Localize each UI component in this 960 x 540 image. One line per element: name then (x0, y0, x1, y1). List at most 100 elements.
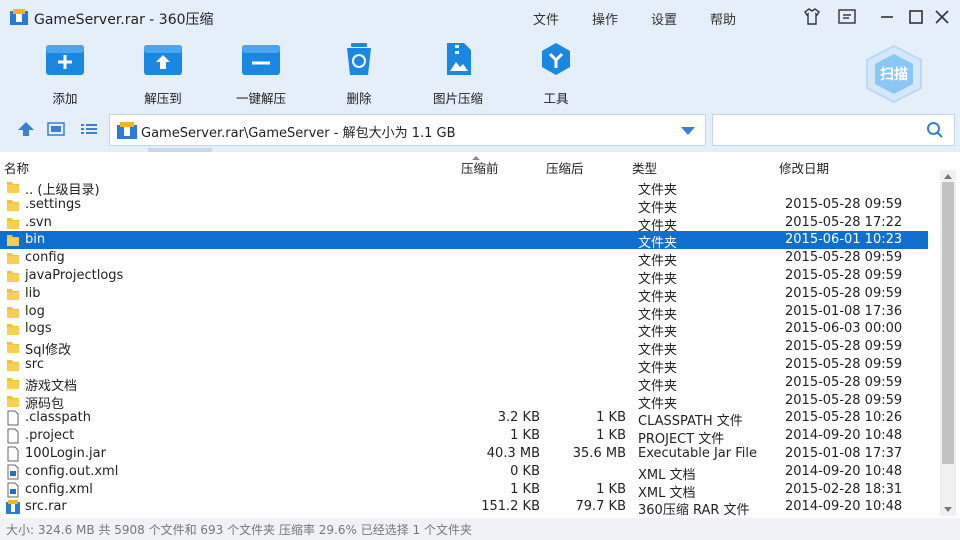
minimize-icon[interactable] (876, 6, 898, 28)
file-packed-size: 1 KB (510, 428, 540, 444)
file-name: config.xml (25, 481, 93, 497)
file-row[interactable]: lib 文件夹 2015-05-28 09:59 (0, 285, 928, 305)
file-icon (6, 410, 20, 426)
file-row[interactable]: .. (上级目录) 文件夹 (0, 178, 928, 198)
file-row[interactable]: config 文件夹 2015-05-28 09:59 (0, 249, 928, 269)
file-row[interactable]: log 文件夹 2015-01-08 17:36 (0, 303, 928, 323)
file-row[interactable]: src 文件夹 2015-05-28 09:59 (0, 356, 928, 376)
folder-icon (6, 232, 20, 248)
file-modified-date: 2015-05-28 10:26 (785, 410, 903, 426)
file-name: javaProjectlogs (25, 268, 124, 283)
address-bar[interactable]: GameServer.rar\GameServer - 解包大小为 1.1 GB (109, 114, 706, 146)
folder-icon (6, 286, 20, 302)
close-icon[interactable] (931, 6, 953, 28)
feedback-icon[interactable] (836, 6, 858, 28)
file-modified-date: 2015-05-28 17:22 (785, 214, 903, 230)
folder-icon (6, 357, 20, 373)
status-bar: 大小: 324.6 MB 共 5908 个文件和 693 个文件夹 压缩率 29… (0, 518, 960, 540)
search-icon[interactable] (926, 121, 944, 139)
col-type[interactable]: 类型 (632, 158, 657, 177)
folder-icon (6, 179, 20, 195)
delete-icon (347, 43, 371, 75)
file-name: src (25, 357, 44, 372)
file-name: .svn (25, 214, 52, 230)
file-modified-date: 2015-06-01 10:23 (785, 232, 903, 248)
thumbnail-view-icon[interactable] (46, 121, 66, 137)
vertical-scrollbar[interactable] (940, 170, 956, 516)
file-modified-date: 2015-05-28 09:59 (785, 268, 903, 283)
file-modified-date: 2015-06-03 00:00 (785, 321, 903, 337)
file-name: config.out.xml (25, 463, 119, 479)
file-row[interactable]: Sql修改 文件夹 2015-05-28 09:59 (0, 338, 928, 358)
file-name: log (25, 303, 45, 319)
extract-to-icon (144, 45, 182, 75)
col-name[interactable]: 名称 (4, 158, 29, 177)
file-modified-date: 2014-09-20 10:48 (785, 499, 903, 515)
add-button[interactable]: 添加 (25, 42, 105, 107)
delete-button[interactable]: 删除 (319, 42, 399, 107)
file-name: .settings (25, 196, 81, 212)
file-row[interactable]: javaProjectlogs 文件夹 2015-05-28 09:59 (0, 267, 928, 287)
file-modified-date: 2014-09-20 10:48 (785, 428, 903, 444)
folder-icon (6, 321, 20, 337)
file-unpacked-size: 1 KB (596, 410, 626, 426)
one-click-extract-button-label: 一键解压 (235, 91, 286, 106)
file-modified-date: 2015-05-28 09:59 (785, 392, 903, 408)
menu-help[interactable]: 帮助 (710, 9, 736, 28)
image-compress-button[interactable]: 图片压缩 (418, 42, 498, 107)
file-modified-date: 2015-05-28 09:59 (785, 196, 903, 212)
menu-operation[interactable]: 操作 (592, 9, 618, 28)
file-name: .project (25, 428, 75, 444)
xml-file-icon (6, 482, 20, 498)
file-name: logs (25, 321, 52, 337)
column-header: 名称 压缩前 压缩后 类型 修改日期 (0, 155, 960, 177)
tools-button[interactable]: 工具 (516, 42, 596, 107)
extract-to-button[interactable]: 解压到 (123, 42, 203, 107)
file-packed-size: 1 KB (510, 481, 540, 497)
search-input[interactable] (712, 114, 955, 146)
folder-icon (6, 393, 20, 409)
col-packed-size[interactable]: 压缩前 (461, 158, 499, 177)
file-row[interactable]: config.xml 1 KB 1 KB XML 文档 2015-02-28 18:31 (0, 481, 928, 501)
file-row[interactable]: logs 文件夹 2015-06-03 00:00 (0, 320, 928, 340)
file-row[interactable]: bin 文件夹 2015-06-01 10:23 (0, 231, 928, 251)
folder-icon (6, 215, 20, 231)
scan-button[interactable]: 扫描 (863, 44, 925, 104)
maximize-icon[interactable] (905, 6, 927, 28)
app-logo-icon (10, 9, 28, 25)
file-packed-size: 3.2 KB (497, 410, 540, 426)
file-row[interactable]: .settings 文件夹 2015-05-28 09:59 (0, 196, 928, 216)
col-unpacked-size[interactable]: 压缩后 (546, 158, 584, 177)
archive-icon (117, 122, 137, 139)
tools-button-label: 工具 (543, 91, 569, 106)
file-row[interactable]: .project 1 KB 1 KB PROJECT 文件 2014-09-20 10:… (0, 427, 928, 447)
file-unpacked-size: 79.7 KB (575, 499, 626, 515)
folder-icon (6, 197, 20, 213)
one-click-extract-button[interactable]: 一键解压 (221, 42, 301, 107)
file-name: lib (25, 285, 41, 301)
image-compress-button-label: 图片压缩 (432, 91, 483, 106)
file-row[interactable]: 源码包 文件夹 2015-05-28 09:59 (0, 392, 928, 412)
folder-icon (6, 250, 20, 266)
file-name: 100Login.jar (25, 446, 106, 461)
list-view-icon[interactable] (79, 121, 99, 137)
col-modified[interactable]: 修改日期 (779, 158, 829, 177)
skin-icon[interactable] (801, 6, 823, 28)
scroll-down-icon[interactable] (944, 507, 952, 512)
file-row[interactable]: .svn 文件夹 2015-05-28 17:22 (0, 214, 928, 234)
scroll-thumb[interactable] (942, 182, 954, 464)
file-row[interactable]: 游戏文档 文件夹 2015-05-28 09:59 (0, 374, 928, 394)
file-row[interactable]: .classpath 3.2 KB 1 KB CLASSPATH 文件 2015-05-… (0, 409, 928, 429)
file-row[interactable]: 100Login.jar 40.3 MB 35.6 MB Executable Jar… (0, 445, 928, 463)
file-row[interactable]: src.rar 151.2 KB 79.7 KB 360压缩 RAR 文件 2014-0… (0, 498, 928, 518)
file-unpacked-size: 1 KB (596, 428, 626, 444)
menu-file[interactable]: 文件 (533, 9, 559, 28)
up-level-icon[interactable] (16, 121, 36, 137)
menu-settings[interactable]: 设置 (651, 9, 677, 28)
scroll-up-icon[interactable] (944, 174, 952, 179)
delete-button-label: 删除 (346, 91, 372, 106)
file-row[interactable]: config.out.xml 0 KB XML 文档 2014-09-20 10:48 (0, 463, 928, 483)
address-row: GameServer.rar\GameServer - 解包大小为 1.1 GB (0, 108, 960, 152)
address-dropdown-icon[interactable] (681, 127, 695, 135)
rar-archive-icon (6, 499, 20, 515)
